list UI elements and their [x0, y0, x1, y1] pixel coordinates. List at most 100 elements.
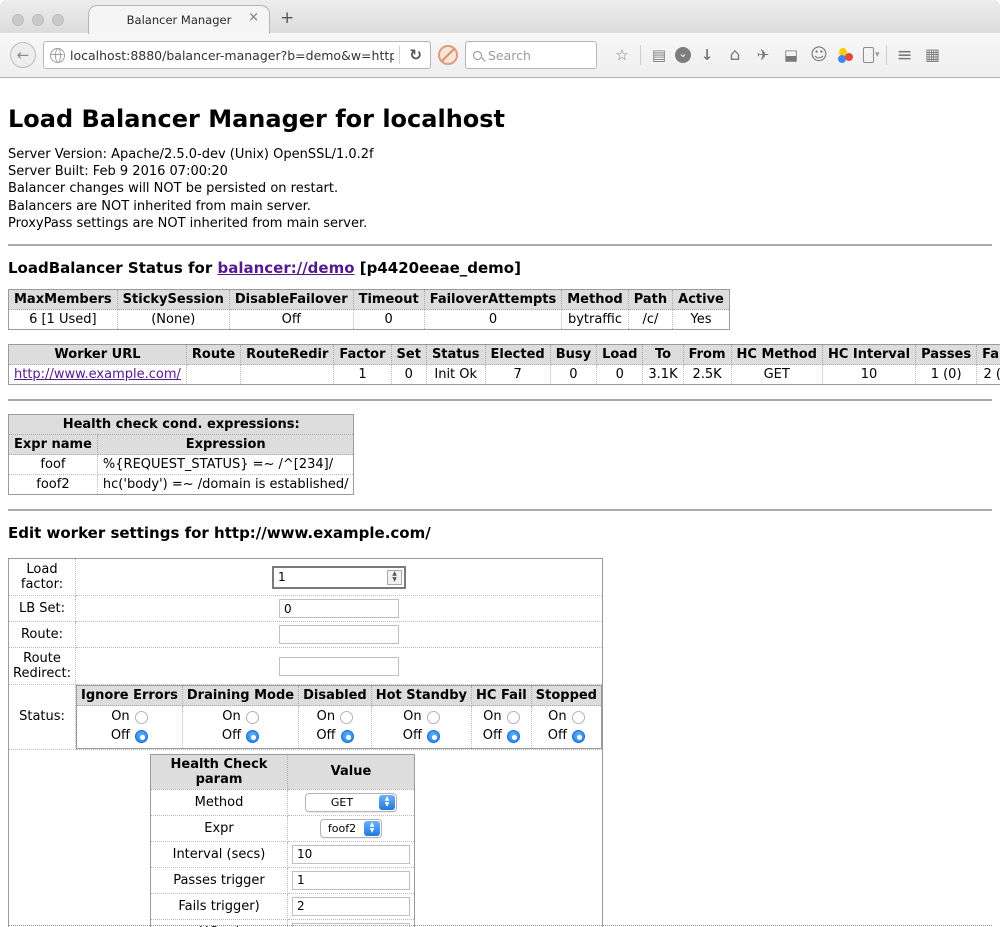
hc-expr-label: Expr: [151, 815, 288, 841]
col-route: Route: [186, 345, 240, 365]
bookmarks-menu-icon[interactable]: ▤: [647, 48, 671, 63]
hc-fail-on-radio[interactable]: [507, 711, 520, 724]
disabled-off-radio[interactable]: [341, 730, 354, 743]
stopped-off-radio[interactable]: [572, 730, 585, 743]
off-label: Off: [403, 727, 422, 746]
lb-set-label: LB Set:: [9, 596, 76, 622]
route-label: Route:: [9, 622, 76, 648]
hc-fail-off-radio[interactable]: [507, 730, 520, 743]
browser-window: Balancer Manager × + ← localhost:8880/ba…: [0, 0, 1000, 927]
window-controls[interactable]: [12, 14, 64, 26]
persist-note-line: Balancer changes will NOT be persisted o…: [8, 181, 992, 196]
tab-balancer-manager[interactable]: Balancer Manager ×: [88, 5, 270, 34]
server-version-line: Server Version: Apache/2.5.0-dev (Unix) …: [8, 147, 992, 162]
tab-bar: Balancer Manager × +: [0, 0, 1000, 33]
disabled-on-radio[interactable]: [340, 711, 353, 724]
hc-method-select[interactable]: GET ▲▼: [305, 793, 397, 812]
pocket-icon[interactable]: ⌄: [675, 47, 691, 63]
lb-set-row: LB Set:: [9, 596, 603, 622]
url-bar[interactable]: localhost:8880/balancer-manager?b=demo&w…: [43, 41, 431, 69]
maxmembers-value: 6 [1 Used]: [9, 310, 118, 330]
col-hc-interval: HC Interval: [822, 345, 915, 365]
reload-icon[interactable]: ↻: [405, 46, 426, 64]
divider-3: [8, 509, 992, 511]
hc-passes-row: Passes trigger: [151, 867, 415, 893]
tab-groups-icon[interactable]: ▦: [921, 47, 945, 63]
hc-interval-value: 10: [822, 365, 915, 385]
ignore-errors-on-radio[interactable]: [135, 711, 148, 724]
col-disabled: Disabled: [299, 686, 372, 706]
lb-set-input[interactable]: [279, 599, 399, 618]
col-hc-value: Value: [288, 754, 415, 789]
worker-url-link[interactable]: http://www.example.com/: [14, 367, 181, 382]
col-worker-url: Worker URL: [9, 345, 187, 365]
method-value: bytraffic: [562, 310, 628, 330]
menu-hamburger-icon[interactable]: ≡: [893, 46, 917, 65]
col-status: Status: [426, 345, 485, 365]
reader-panel-icon[interactable]: ⬓: [779, 48, 803, 63]
route-input[interactable]: [279, 625, 399, 644]
url-text[interactable]: localhost:8880/balancer-manager?b=demo&w…: [70, 48, 394, 63]
draining-mode-on-radio[interactable]: [246, 711, 259, 724]
col-disablefailover: DisableFailover: [229, 290, 353, 310]
downloads-icon[interactable]: ↓: [695, 48, 719, 63]
load-value: 0: [597, 365, 643, 385]
stopped-options: On Off: [531, 706, 601, 749]
hello-dots-icon[interactable]: [835, 47, 859, 63]
disablefailover-value: Off: [229, 310, 353, 330]
route-value: [186, 365, 240, 385]
tab-title: Balancer Manager: [127, 13, 232, 27]
load-factor-stepper[interactable]: ▲▼: [272, 566, 406, 589]
expr-name: foof2: [9, 475, 98, 495]
divider-2: [8, 399, 992, 401]
on-label: On: [483, 708, 501, 727]
home-icon[interactable]: ⌂: [723, 47, 747, 64]
hc-fail-options: On Off: [472, 706, 532, 749]
col-stickysession: StickySession: [117, 290, 229, 310]
heading-suffix: [p4420eeae_demo]: [355, 259, 521, 277]
minimize-window-button[interactable]: [32, 14, 44, 26]
search-bar[interactable]: Search: [465, 41, 597, 69]
hot-standby-off-radio[interactable]: [427, 730, 440, 743]
load-factor-row: Load factor: ▲▼: [9, 559, 603, 596]
stopped-on-radio[interactable]: [572, 711, 585, 724]
expr-value: %{REQUEST_STATUS} =~ /^[234]/: [97, 455, 354, 475]
select-arrows-icon: ▲▼: [379, 795, 395, 810]
off-label: Off: [548, 727, 567, 746]
route-redirect-input[interactable]: [279, 657, 399, 676]
load-factor-input[interactable]: [274, 568, 385, 587]
zoom-window-button[interactable]: [52, 14, 64, 26]
on-label: On: [222, 708, 240, 727]
hc-fails-input[interactable]: [292, 897, 410, 916]
col-routeredir: RouteRedir: [241, 345, 334, 365]
hot-standby-on-radio[interactable]: [427, 711, 440, 724]
ignore-errors-off-radio[interactable]: [135, 730, 148, 743]
hc-expr-select[interactable]: foof2 ▲▼: [320, 819, 382, 838]
expr-value: hc('body') =~ /domain is established/: [97, 475, 354, 495]
balancer-link[interactable]: balancer://demo: [217, 259, 354, 277]
bookmark-star-icon[interactable]: ☆: [610, 48, 634, 63]
to-value: 3.1K: [643, 365, 683, 385]
draining-mode-off-radio[interactable]: [246, 730, 259, 743]
from-value: 2.5K: [683, 365, 731, 385]
hc-interval-input[interactable]: [292, 845, 410, 864]
search-placeholder: Search: [488, 48, 531, 63]
toolbar-separator: [640, 45, 641, 65]
device-sync-group[interactable]: ▾: [863, 47, 880, 63]
adblock-icon[interactable]: [438, 45, 458, 65]
chevron-down-icon[interactable]: ▾: [875, 50, 880, 60]
balancer-status-table: MaxMembers StickySession DisableFailover…: [8, 289, 730, 330]
stepper-arrows-icon[interactable]: ▲▼: [387, 570, 402, 585]
chat-smiley-icon[interactable]: ☺: [807, 47, 831, 64]
busy-value: 0: [550, 365, 596, 385]
tab-close-icon[interactable]: ×: [248, 11, 259, 24]
send-tab-icon[interactable]: ✈: [751, 48, 775, 63]
ignore-errors-options: On Off: [77, 706, 183, 749]
new-tab-button[interactable]: +: [280, 8, 294, 28]
col-factor: Factor: [334, 345, 391, 365]
back-button[interactable]: ←: [10, 42, 36, 68]
hc-interval-row: Interval (secs): [151, 841, 415, 867]
close-window-button[interactable]: [12, 14, 24, 26]
off-label: Off: [316, 727, 335, 746]
hc-passes-input[interactable]: [292, 871, 410, 890]
